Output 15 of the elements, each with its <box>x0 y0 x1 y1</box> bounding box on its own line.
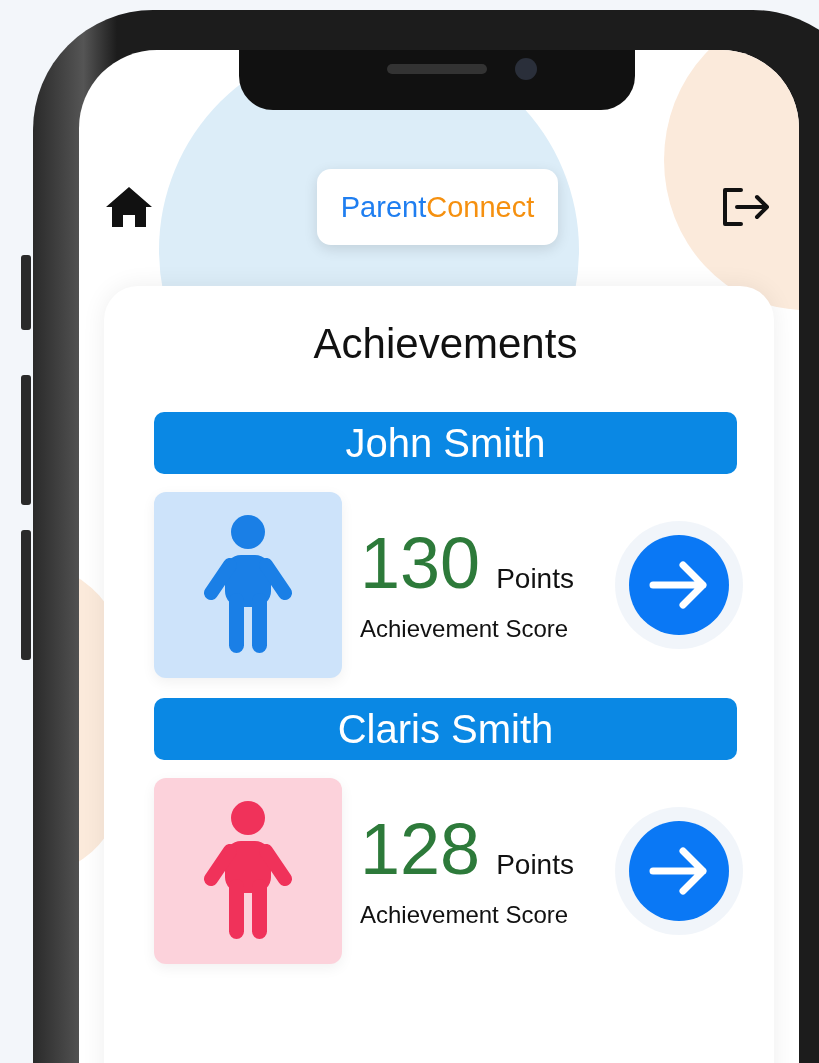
score-caption: Achievement Score <box>360 901 570 929</box>
camera-lens <box>515 58 537 80</box>
score-value: 128 <box>360 813 481 885</box>
points-label: Points <box>496 849 574 881</box>
arrow-right-icon <box>649 846 709 896</box>
score-caption: Achievement Score <box>360 615 570 643</box>
child-name: Claris Smith <box>154 698 737 760</box>
score-value: 130 <box>360 527 481 599</box>
child-name: John Smith <box>154 412 737 474</box>
arrow-right-icon <box>649 560 709 610</box>
app-logo: ParentConnect <box>316 169 559 245</box>
home-icon[interactable] <box>104 185 154 229</box>
page-title: Achievements <box>312 320 579 368</box>
logout-icon[interactable] <box>721 186 771 228</box>
points-label: Points <box>496 563 574 595</box>
